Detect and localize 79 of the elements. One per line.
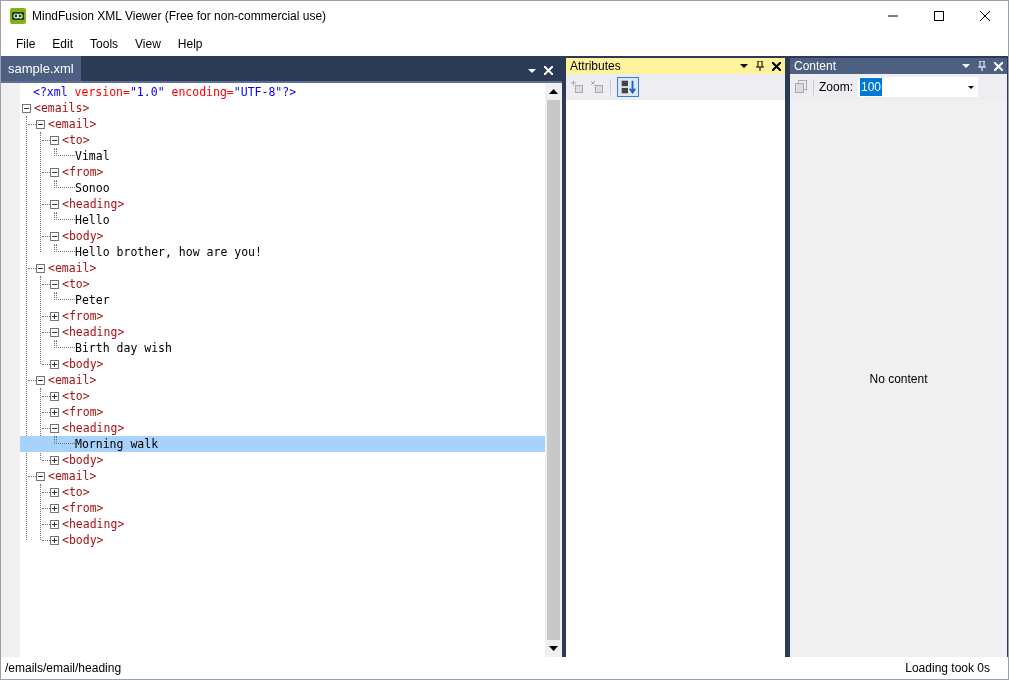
sort-icon[interactable] <box>617 77 639 97</box>
element-node[interactable]: <email> <box>47 260 98 276</box>
collapse-toggle[interactable] <box>22 103 31 113</box>
element-node[interactable]: <body> <box>61 532 105 548</box>
text-node[interactable]: Vimal <box>75 148 110 164</box>
element-node[interactable]: <email> <box>47 116 98 132</box>
expand-toggle[interactable] <box>50 455 59 465</box>
menu-item[interactable]: Edit <box>44 32 82 55</box>
element-node[interactable]: <to> <box>61 484 91 500</box>
element-node[interactable]: <email> <box>47 468 98 484</box>
maximize-icon <box>934 11 944 21</box>
element-node[interactable]: <heading> <box>61 196 126 212</box>
menu-item[interactable]: File <box>8 32 44 55</box>
collapse-toggle[interactable] <box>50 167 59 177</box>
collapse-toggle[interactable] <box>36 375 45 385</box>
element-node[interactable]: <heading> <box>61 516 126 532</box>
expand-toggle[interactable] <box>50 359 59 369</box>
dropdown-icon[interactable] <box>740 64 748 68</box>
expand-toggle[interactable] <box>50 391 59 401</box>
element-node[interactable]: <heading> <box>61 420 126 436</box>
collapse-toggle[interactable] <box>50 423 59 433</box>
close-icon[interactable] <box>772 61 781 71</box>
element-node[interactable]: <emails> <box>33 100 91 116</box>
collapse-toggle[interactable] <box>50 199 59 209</box>
element-node[interactable]: <body> <box>61 228 105 244</box>
scroll-down-icon[interactable] <box>549 646 558 651</box>
scroll-up-icon[interactable] <box>549 89 558 94</box>
dropdown-icon[interactable] <box>528 68 536 73</box>
element-node[interactable]: <heading> <box>61 324 126 340</box>
status-path: /emails/email/heading <box>5 660 122 677</box>
selected-row[interactable]: Morning walk <box>20 436 545 452</box>
expand-toggle[interactable] <box>50 407 59 417</box>
element-node[interactable]: <from> <box>61 404 105 420</box>
expand-toggle[interactable] <box>50 503 59 513</box>
pin-icon[interactable] <box>756 61 764 71</box>
collapse-toggle[interactable] <box>50 327 59 337</box>
dropdown-icon[interactable] <box>968 85 974 89</box>
expand-toggle[interactable] <box>50 311 59 321</box>
text-node[interactable]: Peter <box>75 292 110 308</box>
collapse-toggle[interactable] <box>36 471 45 481</box>
collapse-toggle[interactable] <box>50 231 59 241</box>
expand-toggle[interactable] <box>50 535 59 545</box>
scrollbar-thumb[interactable] <box>547 100 560 640</box>
element-node[interactable]: <to> <box>61 132 91 148</box>
document-tab[interactable]: sample.xml <box>1 56 81 81</box>
window-title: MindFusion XML Viewer (Free for non-commercial use) <box>32 8 327 25</box>
app-logo-icon <box>10 8 26 24</box>
panel-title: Content <box>794 58 837 75</box>
element-node[interactable]: <from> <box>61 308 105 324</box>
zoom-label: Zoom: <box>819 79 853 96</box>
close-icon <box>980 11 990 21</box>
vertical-scrollbar[interactable] <box>545 83 562 657</box>
collapse-toggle[interactable] <box>36 263 45 273</box>
menu-item[interactable]: Help <box>169 32 211 55</box>
element-node[interactable]: <body> <box>61 452 105 468</box>
element-node[interactable]: <to> <box>61 388 91 404</box>
text-node[interactable]: Morning walk <box>75 436 159 452</box>
text-node[interactable]: Hello brother, how are you! <box>75 244 262 260</box>
element-node[interactable]: <from> <box>61 500 105 516</box>
menu-item[interactable]: View <box>127 32 169 55</box>
text-node[interactable]: Sonoo <box>75 180 110 196</box>
collapse-toggle[interactable] <box>50 279 59 289</box>
collapse-toggle[interactable] <box>36 119 45 129</box>
element-node[interactable]: <body> <box>61 356 105 372</box>
empty-message: No content <box>869 370 928 388</box>
panel-title: Attributes <box>570 58 621 75</box>
menu-item[interactable]: Tools <box>82 32 127 55</box>
element-node[interactable]: <to> <box>61 276 91 292</box>
status-info: Loading took 0s <box>905 660 990 677</box>
dropdown-icon[interactable] <box>962 64 970 68</box>
text-node[interactable]: Birth day wish <box>75 340 172 356</box>
element-node[interactable]: <from> <box>61 164 105 180</box>
xml-declaration: <?xml version="1.0" encoding="UTF-8"?> <box>32 84 297 100</box>
expand-toggle[interactable] <box>50 487 59 497</box>
expand-toggle[interactable] <box>50 519 59 529</box>
collapse-toggle[interactable] <box>50 135 59 145</box>
element-node[interactable]: <email> <box>47 372 98 388</box>
text-node[interactable]: Hello <box>75 212 110 228</box>
zoom-combobox[interactable]: 100 <box>858 77 978 97</box>
